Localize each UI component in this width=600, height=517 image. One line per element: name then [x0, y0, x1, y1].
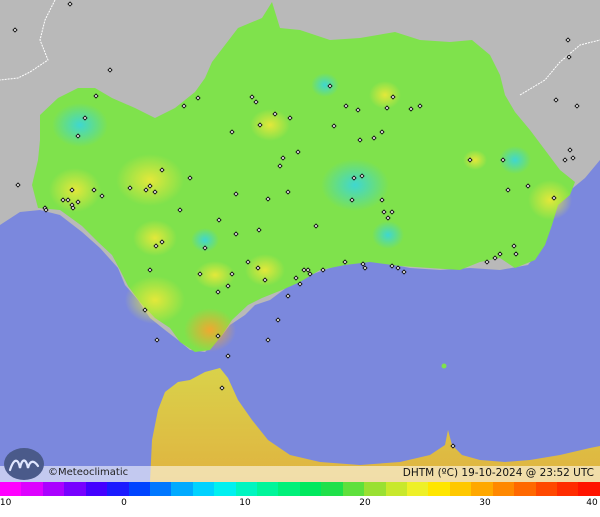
scale-color-segment [149, 482, 172, 496]
scale-color-segment [321, 482, 343, 496]
brand-label: ©Meteoclimatic [48, 467, 129, 478]
temperature-scale: -10 0 10 20 30 40 [0, 482, 600, 517]
map-area[interactable]: ©Meteoclimatic DHTM (ºC) 19-10-2024 @ 23… [0, 0, 600, 482]
scale-color-segment [385, 482, 408, 496]
scale-color-segment [0, 482, 22, 496]
scale-tick: 0 [121, 498, 127, 508]
brand: ©Meteoclimatic [4, 448, 128, 480]
scale-color-segment [42, 482, 65, 496]
scale-color-segment [407, 482, 429, 496]
scale-color-segment [428, 482, 450, 496]
scale-color-segment [64, 482, 86, 496]
scale-color-segment [21, 482, 43, 496]
scale-color-segment [556, 482, 579, 496]
scale-color-segment [492, 482, 515, 496]
scale-color-segment [85, 482, 108, 496]
scale-color-segment [578, 482, 600, 496]
scale-color-segment [471, 482, 493, 496]
scale-color-segment [364, 482, 386, 496]
island [441, 363, 447, 369]
scale-color-segment [257, 482, 279, 496]
scale-tick: 20 [359, 498, 371, 508]
map-status-text: DHTM (ºC) 19-10-2024 @ 23:52 UTC [402, 467, 594, 479]
scale-color-segment [342, 482, 365, 496]
scale-color-segment [128, 482, 150, 496]
scale-tick: 40 [586, 498, 598, 508]
scale-color-segment [171, 482, 193, 496]
scale-color-segment [299, 482, 322, 496]
color-scale-bar [0, 482, 600, 496]
scale-color-segment [192, 482, 215, 496]
scale-color-segment [278, 482, 300, 496]
scale-color-segment [214, 482, 236, 496]
scale-color-segment [107, 482, 129, 496]
temperature-map [0, 0, 600, 482]
scale-tick: -10 [0, 498, 12, 508]
scale-color-segment [535, 482, 557, 496]
scale-tick: 30 [479, 498, 491, 508]
scale-color-segment [514, 482, 536, 496]
meteoclimatic-logo-icon [4, 448, 44, 480]
scale-tick: 10 [239, 498, 251, 508]
scale-color-segment [449, 482, 472, 496]
scale-color-segment [235, 482, 258, 496]
